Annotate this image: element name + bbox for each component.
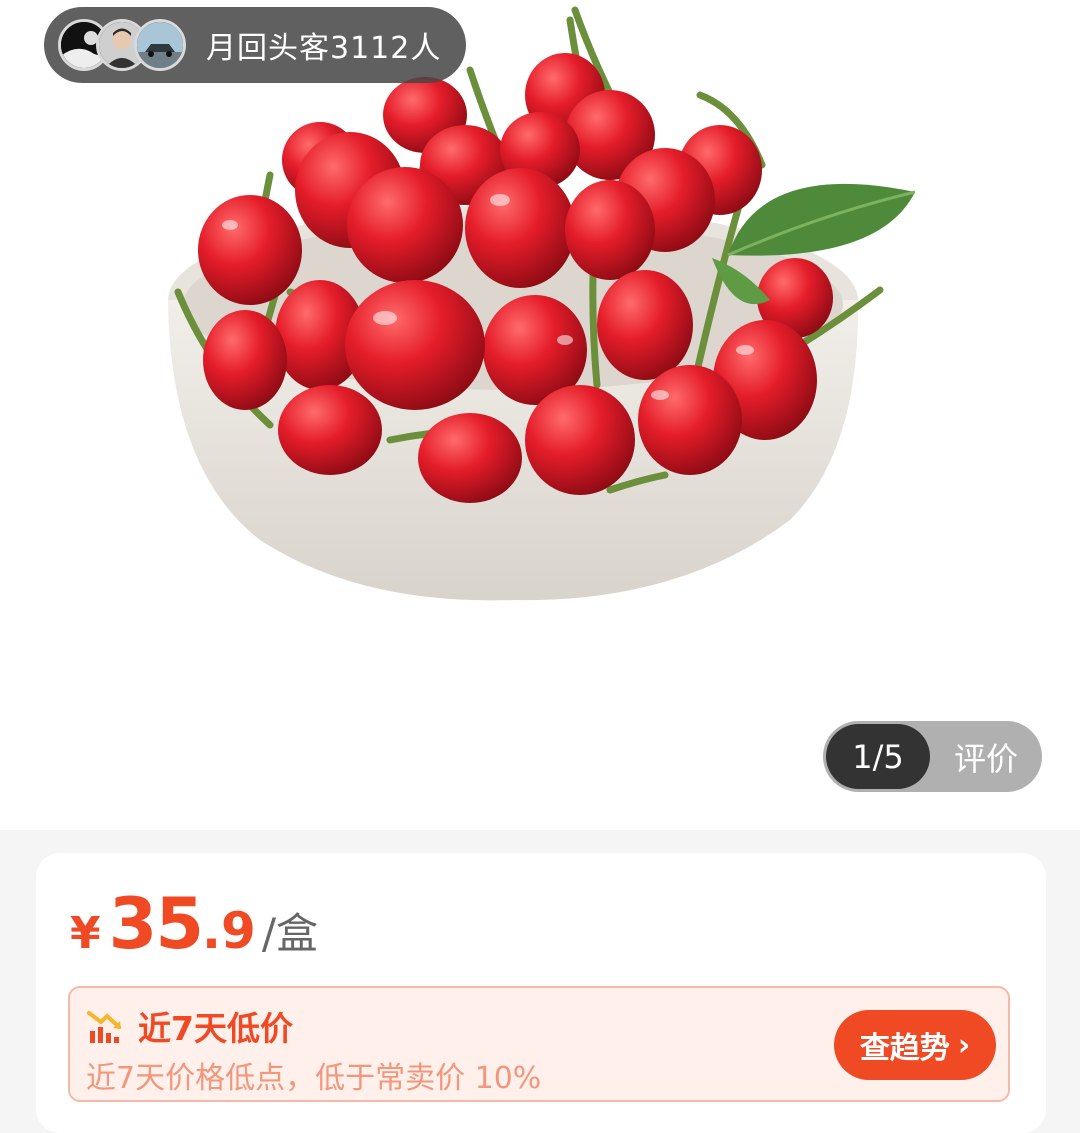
view-trend-label: 查趋势 — [859, 1031, 950, 1066]
currency-symbol: ¥ — [70, 908, 101, 959]
gallery-pager[interactable]: 1/5 评价 — [823, 721, 1042, 792]
price-down-trend-icon — [87, 1011, 121, 1043]
view-trend-button[interactable]: 查趋势 › — [834, 1010, 996, 1080]
chevron-right-icon: › — [957, 1027, 971, 1063]
reviews-tab[interactable]: 评价 — [930, 721, 1042, 792]
low-price-title: 近7天低价 — [138, 1009, 293, 1048]
low-price-description: 近7天价格低点，低于常卖价 10% — [86, 1061, 542, 1096]
low-price-banner[interactable]: 近7天低价 近7天价格低点，低于常卖价 10% 查趋势 › — [68, 986, 1010, 1102]
price-unit: /盒 — [261, 909, 318, 958]
price-integer: 35 — [108, 883, 204, 965]
image-index-indicator: 1/5 — [826, 724, 930, 789]
product-photo-cherry-bowl — [168, 6, 916, 601]
avatar — [134, 19, 186, 71]
price-decimal: .9 — [202, 902, 256, 960]
repeat-customers-badge[interactable]: 月回头客3112人 — [44, 7, 466, 83]
price: ¥ 35 .9 /盒 — [70, 883, 318, 965]
repeat-customers-text: 月回头客3112人 — [206, 31, 442, 66]
price-card: ¥ 35 .9 /盒 近7天低价 近7天价格低点，低于常卖价 10% 查趋势 › — [36, 853, 1046, 1133]
product-image-gallery[interactable]: 月回头客3112人 1/5 评价 — [0, 0, 1080, 830]
